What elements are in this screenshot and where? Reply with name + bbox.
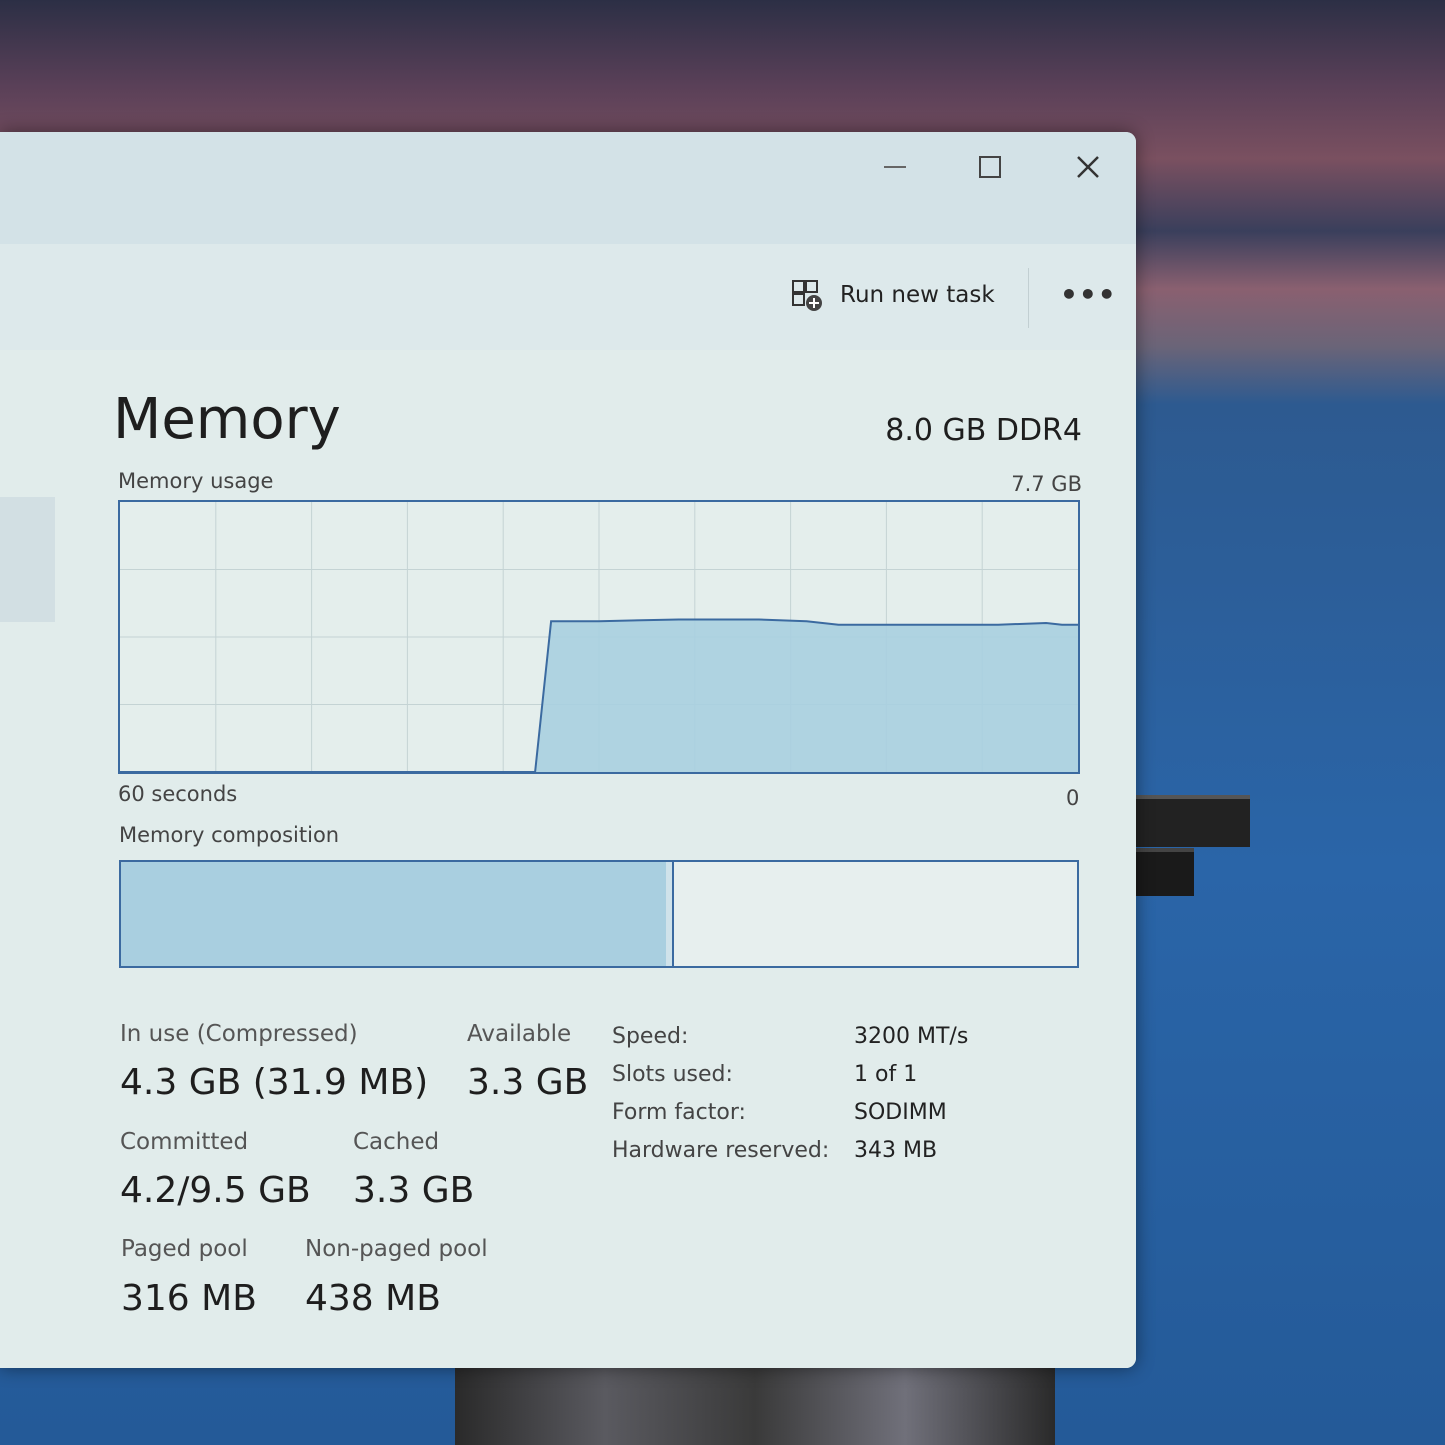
memory-composition-bar[interactable] xyxy=(119,860,1079,968)
background-pier-post xyxy=(1130,848,1194,896)
minimize-icon xyxy=(884,166,906,168)
detail-label-hardware-reserved: Hardware reserved: xyxy=(612,1138,830,1163)
run-task-icon xyxy=(792,280,822,311)
time-axis-end: 0 xyxy=(1066,786,1080,810)
toolbar-divider xyxy=(1028,268,1029,328)
committed-value: 4.2/9.5 GB xyxy=(120,1170,311,1211)
maximize-button[interactable] xyxy=(965,142,1015,192)
committed-label: Committed xyxy=(120,1129,249,1155)
composition-modified xyxy=(665,862,674,966)
paged-pool-value: 316 MB xyxy=(121,1278,257,1319)
run-new-task-label: Run new task xyxy=(840,282,995,308)
memory-composition-label: Memory composition xyxy=(119,823,340,847)
in-use-label: In use (Compressed) xyxy=(120,1021,358,1047)
run-new-task-button[interactable]: Run new task xyxy=(790,278,995,312)
non-paged-pool-label: Non-paged pool xyxy=(305,1236,488,1262)
page-title: Memory xyxy=(113,387,341,452)
composition-in-use xyxy=(121,862,668,966)
detail-label-speed: Speed: xyxy=(612,1024,689,1049)
detail-label-slots: Slots used: xyxy=(612,1062,733,1087)
background-pier-post xyxy=(1130,795,1250,847)
non-paged-pool-value: 438 MB xyxy=(305,1278,441,1319)
time-axis-start: 60 seconds xyxy=(118,782,238,806)
memory-usage-max: 7.7 GB xyxy=(1011,472,1082,496)
memory-spec: 8.0 GB DDR4 xyxy=(885,413,1082,448)
cached-label: Cached xyxy=(353,1129,440,1155)
cached-value: 3.3 GB xyxy=(353,1170,475,1211)
memory-usage-label: Memory usage xyxy=(118,469,274,493)
more-options-button[interactable]: ••• xyxy=(1060,278,1117,311)
paged-pool-label: Paged pool xyxy=(121,1236,248,1262)
task-manager-window: Run new task ••• Memory 8.0 GB DDR4 Memo… xyxy=(0,132,1136,1368)
detail-value-slots: 1 of 1 xyxy=(854,1062,918,1087)
detail-value-form-factor: SODIMM xyxy=(854,1100,947,1125)
close-button[interactable] xyxy=(1063,142,1113,192)
memory-usage-graph xyxy=(118,500,1080,774)
detail-value-speed: 3200 MT/s xyxy=(854,1024,969,1049)
detail-label-form-factor: Form factor: xyxy=(612,1100,746,1125)
background-pier xyxy=(455,1360,1055,1445)
maximize-icon xyxy=(979,156,1001,178)
available-label: Available xyxy=(467,1021,572,1047)
memory-usage-chart xyxy=(120,502,1078,773)
available-value: 3.3 GB xyxy=(467,1062,589,1103)
sidebar-stub[interactable] xyxy=(0,497,55,622)
in-use-value: 4.3 GB (31.9 MB) xyxy=(120,1062,429,1103)
title-bar xyxy=(0,132,1136,244)
minimize-button[interactable] xyxy=(870,142,920,192)
close-icon xyxy=(1077,156,1099,178)
memory-usage-area xyxy=(120,619,1078,772)
detail-value-hardware-reserved: 343 MB xyxy=(854,1138,938,1163)
